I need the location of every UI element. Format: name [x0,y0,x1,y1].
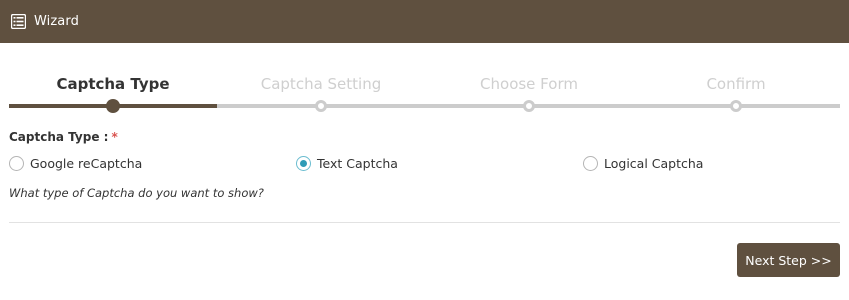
step-dot-captcha-type [106,99,120,113]
wizard-progress: Captcha Type Captcha Setting Choose Form… [9,70,840,114]
required-asterisk: * [111,130,118,144]
step-captcha-type[interactable]: Captcha Type [9,75,217,93]
radio-google-recaptcha[interactable]: Google reCaptcha [9,156,142,171]
radio-label-logical-captcha: Logical Captcha [604,156,704,171]
radio-logical-captcha[interactable]: Logical Captcha [583,156,703,171]
panel-title: Wizard [34,14,79,29]
step-dot-confirm [730,100,742,112]
radio-text-captcha[interactable]: Text Captcha [296,156,398,171]
radio-label-text-captcha: Text Captcha [317,156,398,171]
panel-header: Wizard [0,0,849,43]
step-captcha-setting[interactable]: Captcha Setting [217,75,425,93]
list-icon [10,13,27,30]
captcha-type-label-text: Captcha Type : [9,130,109,144]
radio-button-google-recaptcha[interactable] [9,156,24,171]
captcha-type-label: Captcha Type : * [9,130,118,144]
footer-divider [9,222,840,223]
step-dot-choose-form [523,100,535,112]
next-step-button[interactable]: Next Step >> [737,243,840,277]
radio-label-google-recaptcha: Google reCaptcha [30,156,143,171]
radio-button-logical-captcha[interactable] [583,156,598,171]
step-confirm[interactable]: Confirm [632,75,840,93]
captcha-type-hint: What type of Captcha do you want to show… [9,186,264,200]
radio-button-text-captcha[interactable] [296,156,311,171]
step-choose-form[interactable]: Choose Form [425,75,633,93]
step-dot-captcha-setting [315,100,327,112]
